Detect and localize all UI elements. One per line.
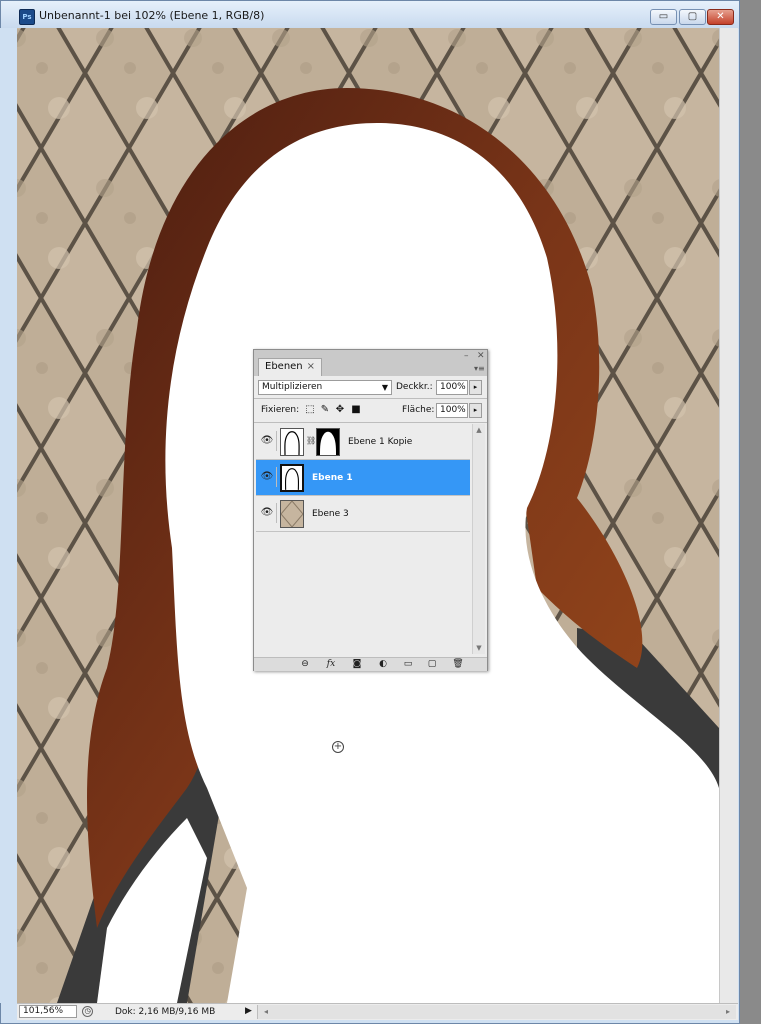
layer-name: Ebene 1: [312, 473, 353, 483]
layer-row-ebene-1[interactable]: 👁 Ebene 1: [256, 460, 470, 496]
layers-panel-footer: ⊖ fx ◙ ◐ ▭ ▢ 🗑: [254, 657, 487, 671]
minimize-icon: ▭: [658, 11, 669, 22]
document-size-info: Dok: 2,16 MB/9,16 MB: [115, 1007, 216, 1017]
scroll-down-arrow-icon[interactable]: ▼: [473, 644, 485, 652]
layer-name: Ebene 1 Kopie: [348, 437, 413, 447]
fill-label: Fläche:: [402, 405, 435, 415]
close-button[interactable]: ✕: [707, 9, 734, 25]
layer-thumbnail: [280, 500, 304, 528]
vertical-scrollbar[interactable]: [719, 28, 738, 1003]
tab-layers-label: Ebenen: [265, 361, 303, 372]
layer-visibility-eye-icon[interactable]: 👁: [258, 467, 277, 487]
minimize-button[interactable]: ▭: [650, 9, 677, 25]
opacity-field[interactable]: 100%: [436, 380, 468, 395]
layers-panel-header[interactable]: Ebenen × – ✕ ▾≡: [254, 350, 487, 376]
layer-row-ebene-1-kopie[interactable]: 👁 ⛓ Ebene 1 Kopie: [256, 424, 470, 460]
lock-position-move-icon[interactable]: ✥: [334, 404, 346, 416]
title-bar[interactable]: Ps Unbenannt-1 bei 102% (Ebene 1, RGB/8)…: [1, 1, 739, 29]
status-bar: 101,56% ◷ Dok: 2,16 MB/9,16 MB ▶ ◂ ▸: [17, 1003, 738, 1020]
layer-thumbnail: [280, 464, 304, 492]
divider: [254, 398, 487, 399]
panel-close-icon[interactable]: ✕: [477, 351, 485, 361]
panel-collapse-icon[interactable]: –: [464, 351, 469, 361]
lock-transparency-icon[interactable]: ⬚: [304, 404, 316, 416]
status-menu-arrow-icon[interactable]: ▶: [245, 1006, 252, 1016]
scroll-right-arrow-icon[interactable]: ▸: [726, 1005, 730, 1019]
blend-mode-select[interactable]: Multiplizieren ▼: [258, 380, 392, 395]
opacity-slider-button[interactable]: ▸: [469, 380, 482, 395]
layer-row-ebene-3[interactable]: 👁 Ebene 3: [256, 496, 470, 532]
lock-label: Fixieren:: [261, 405, 300, 415]
link-layers-icon[interactable]: ⊖: [298, 658, 312, 671]
fill-field[interactable]: 100%: [436, 403, 468, 418]
delete-layer-trash-icon[interactable]: 🗑: [451, 658, 465, 671]
layer-mask-thumbnail[interactable]: [316, 428, 340, 456]
zoom-level-field[interactable]: 101,56%: [19, 1005, 77, 1018]
layer-style-fx-icon[interactable]: fx: [324, 658, 338, 671]
layer-visibility-eye-icon[interactable]: 👁: [258, 431, 277, 451]
window-title: Unbenannt-1 bei 102% (Ebene 1, RGB/8): [39, 9, 265, 22]
tab-close-icon[interactable]: ×: [307, 361, 315, 372]
opacity-label: Deckkr.:: [396, 382, 433, 392]
blend-mode-value: Multiplizieren: [262, 382, 323, 392]
layer-name: Ebene 3: [312, 509, 349, 519]
zoom-options-icon[interactable]: ◷: [82, 1006, 93, 1017]
scroll-left-arrow-icon[interactable]: ◂: [264, 1005, 268, 1019]
photoshop-icon: Ps: [19, 9, 35, 25]
lock-pixels-brush-icon[interactable]: ✎: [319, 404, 331, 416]
tab-layers[interactable]: Ebenen ×: [258, 358, 323, 376]
layer-thumbnail: [280, 428, 304, 456]
lock-all-icon[interactable]: ■: [350, 404, 362, 416]
maximize-icon: ▢: [687, 11, 698, 22]
adjustment-layer-icon[interactable]: ◐: [376, 658, 390, 671]
add-mask-icon[interactable]: ◙: [350, 658, 364, 671]
maximize-button[interactable]: ▢: [679, 9, 706, 25]
panel-menu-icon[interactable]: ▾≡: [474, 364, 485, 373]
layers-panel: Ebenen × – ✕ ▾≡ Multiplizieren ▼ Deckkr.:…: [253, 349, 488, 671]
divider: [254, 422, 487, 423]
crosshair-cursor-icon: +: [332, 741, 344, 753]
new-group-folder-icon[interactable]: ▭: [401, 658, 415, 671]
dropdown-arrow-icon: ▼: [381, 383, 388, 392]
layers-panel-body: Multiplizieren ▼ Deckkr.: 100% ▸ Fixiere…: [254, 376, 487, 671]
layers-list: 👁 ⛓ Ebene 1 Kopie 👁 Ebene 1 �: [256, 424, 470, 654]
window-left-border: [0, 28, 17, 1003]
layers-scrollbar[interactable]: ▲ ▼: [472, 424, 485, 654]
fill-slider-button[interactable]: ▸: [469, 403, 482, 418]
horizontal-scrollbar[interactable]: ◂ ▸: [257, 1005, 736, 1019]
close-icon: ✕: [716, 11, 725, 22]
scroll-up-arrow-icon[interactable]: ▲: [473, 426, 485, 434]
layer-visibility-eye-icon[interactable]: 👁: [258, 503, 277, 523]
new-layer-icon[interactable]: ▢: [425, 658, 439, 671]
mask-link-chain-icon[interactable]: ⛓: [306, 436, 316, 445]
